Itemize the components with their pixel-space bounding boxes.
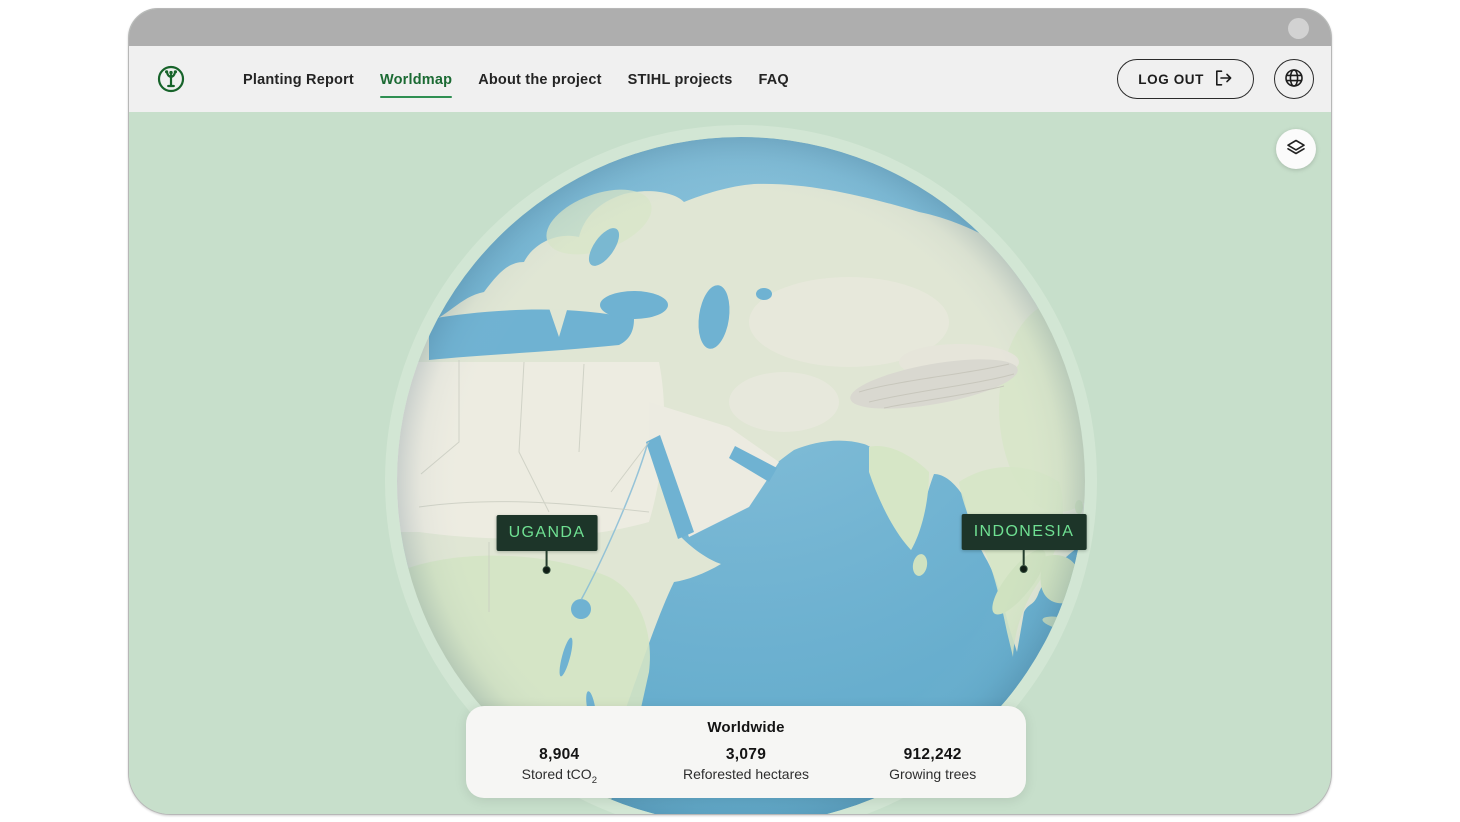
stat-stored-tco2: 8,904 Stored tCO2 bbox=[466, 746, 653, 786]
globe-icon bbox=[1283, 67, 1305, 92]
marker-stem bbox=[546, 551, 548, 566]
marker-uganda-label: UGANDA bbox=[497, 515, 598, 551]
map-layers-button[interactable] bbox=[1276, 129, 1316, 169]
nav-item-about-the-project[interactable]: About the project bbox=[478, 66, 601, 92]
nav-item-worldmap[interactable]: Worldmap bbox=[380, 66, 452, 92]
marker-uganda[interactable]: UGANDA bbox=[497, 515, 598, 574]
tree-logo-icon[interactable] bbox=[157, 65, 185, 93]
marker-dot bbox=[1020, 565, 1028, 573]
nav-item-planting-report[interactable]: Planting Report bbox=[243, 66, 354, 92]
stat-growing-trees: 912,242 Growing trees bbox=[839, 746, 1026, 786]
stat-reforested-hectares: 3,079 Reforested hectares bbox=[653, 746, 840, 786]
logout-button[interactable]: LOG OUT bbox=[1117, 59, 1254, 99]
card-title: Worldwide bbox=[466, 719, 1026, 736]
logout-icon bbox=[1214, 69, 1233, 90]
language-button[interactable] bbox=[1274, 59, 1314, 99]
layers-icon bbox=[1284, 136, 1308, 163]
marker-stem bbox=[1023, 550, 1025, 565]
logout-button-label: LOG OUT bbox=[1138, 72, 1204, 87]
nav-item-stihl-projects[interactable]: STIHL projects bbox=[628, 66, 733, 92]
nav-menu: Planting Report Worldmap About the proje… bbox=[243, 66, 789, 92]
marker-dot bbox=[543, 566, 551, 574]
main-navbar: Planting Report Worldmap About the proje… bbox=[129, 46, 1331, 112]
nav-item-faq[interactable]: FAQ bbox=[758, 66, 788, 92]
app-window: Planting Report Worldmap About the proje… bbox=[128, 8, 1332, 815]
camera-dot bbox=[1288, 18, 1309, 39]
window-titlebar bbox=[129, 9, 1331, 46]
marker-indonesia-label: INDONESIA bbox=[962, 514, 1087, 550]
worldmap-area: UGANDA INDONESIA Worldwide 8,904 Stored … bbox=[129, 112, 1332, 815]
stats-row: 8,904 Stored tCO2 3,079 Reforested hecta… bbox=[466, 746, 1026, 786]
worldwide-stats-card: Worldwide 8,904 Stored tCO2 3,079 Refore… bbox=[466, 706, 1026, 798]
marker-indonesia[interactable]: INDONESIA bbox=[962, 514, 1087, 573]
